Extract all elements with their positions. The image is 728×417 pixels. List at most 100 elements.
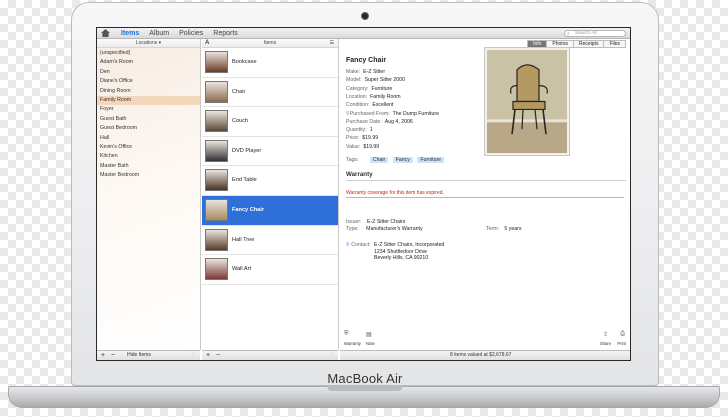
field-value: Furniture xyxy=(371,85,393,92)
item-row[interactable]: End Table xyxy=(202,166,338,196)
detail-pane: Info Photos Receipts Files Fancy Chair M… xyxy=(340,39,630,360)
remove-icon[interactable]: − xyxy=(111,351,115,360)
items-footer: + − ⋮ xyxy=(202,350,338,360)
item-name: Wall Art xyxy=(232,266,252,273)
detail-field: Make: E-Z Sitter xyxy=(346,69,385,75)
tab-policies[interactable]: Policies xyxy=(174,30,208,37)
tab-items[interactable]: Items xyxy=(116,30,144,37)
print-button[interactable]: Print xyxy=(617,341,626,346)
camera xyxy=(361,12,369,20)
add-icon[interactable]: + xyxy=(206,351,210,360)
type-value: Manufacturer's Warranty xyxy=(366,226,423,232)
item-row[interactable]: Wall Art xyxy=(202,255,338,285)
search-input[interactable]: ⌕ Search All xyxy=(564,30,626,37)
items-column: A Items ☰ Bookcase Chair Couch DVD Player En… xyxy=(202,39,339,360)
field-label: Price: xyxy=(346,135,360,142)
tags-row: Tags: Chair Fancy Furniture xyxy=(346,157,447,163)
field-value: $19.99 xyxy=(362,135,379,142)
item-row[interactable]: DVD Player xyxy=(202,137,338,167)
item-photo[interactable] xyxy=(484,47,570,156)
item-row[interactable]: Chair xyxy=(202,78,338,108)
location-item[interactable]: Den xyxy=(97,68,200,77)
chevron-down-icon: ▾ xyxy=(158,40,162,46)
location-item[interactable]: Dining Room xyxy=(97,87,200,96)
item-row-selected[interactable]: Fancy Chair xyxy=(202,195,338,226)
hide-items-button[interactable]: Hide Items xyxy=(127,351,151,360)
summary-text: 8 items valued at $2,678.67 xyxy=(450,352,512,358)
item-thumbnail xyxy=(205,258,228,281)
field-value: The Dump Furniture xyxy=(392,110,440,117)
term-value: 5 years xyxy=(504,226,522,232)
location-item[interactable]: Guest Bath xyxy=(97,115,200,124)
tag-chip[interactable]: Chair xyxy=(369,157,389,163)
warranty-type-row: Type: Manufacturer's Warranty xyxy=(346,226,423,232)
field-label: Condition: xyxy=(346,102,370,109)
field-value: Super Sitter 2000 xyxy=(364,77,405,84)
warranty-term-row: Term: 5 years xyxy=(486,226,521,232)
laptop-brand: MacBook Air xyxy=(327,371,403,386)
tab-album[interactable]: Album xyxy=(144,30,174,37)
item-name: Chair xyxy=(232,88,246,95)
locations-column: Locations ▾ (unspecified) Adam's Room De… xyxy=(97,39,201,360)
field-label: Purchased From: xyxy=(349,110,390,117)
items-list: Bookcase Chair Couch DVD Player End Table Fan… xyxy=(202,48,338,285)
location-item-selected[interactable]: Family Room xyxy=(97,95,200,106)
base-notch xyxy=(327,386,403,391)
share-icon[interactable]: ⇪ xyxy=(603,331,608,338)
detail-field: Purchase Date: Aug 4, 2006 xyxy=(346,119,413,125)
warranty-shield-icon[interactable]: ⛨ xyxy=(344,331,349,338)
location-item[interactable]: Master Bedroom xyxy=(97,171,200,180)
location-item[interactable]: Kitchen xyxy=(97,152,200,161)
detail-field: Model: Super Sitter 2000 xyxy=(346,77,405,83)
detail-footer: 8 items valued at $2,678.67 xyxy=(340,350,630,360)
locations-footer: + − Hide Items ⋮ xyxy=(97,350,200,360)
items-header: A Items ☰ xyxy=(202,39,338,48)
field-label: Quantity: xyxy=(346,127,367,134)
type-label: Type: xyxy=(346,226,359,232)
warranty-contact-row: ⚲ Contact: xyxy=(346,242,371,248)
location-item[interactable]: Master Bath xyxy=(97,162,200,171)
item-name: End Table xyxy=(232,177,257,184)
contact-label: Contact: xyxy=(351,242,371,248)
tab-reports[interactable]: Reports xyxy=(208,30,243,37)
field-value: E-Z Sitter xyxy=(363,69,386,75)
item-row[interactable]: Couch xyxy=(202,107,338,137)
tag-chip[interactable]: Furniture xyxy=(417,157,445,163)
location-item[interactable]: Guest Bedroom xyxy=(97,124,200,133)
field-label: Location: xyxy=(346,93,368,100)
detail-field: Location: Family Room xyxy=(346,94,401,100)
contact-line: 1234 Shuttledoor Drive xyxy=(374,248,428,255)
tab-files[interactable]: Files xyxy=(603,40,626,48)
location-item[interactable]: Adam's Room xyxy=(97,58,200,67)
home-icon[interactable] xyxy=(101,29,110,37)
add-icon[interactable]: + xyxy=(101,351,105,360)
location-item[interactable]: Foyer xyxy=(97,105,200,114)
location-item[interactable]: Diane's Office xyxy=(97,77,200,86)
locations-header[interactable]: Locations ▾ xyxy=(97,39,200,48)
location-item[interactable]: (unspecified) xyxy=(97,49,200,58)
field-label: Purchase Date: xyxy=(346,118,382,125)
remove-icon[interactable]: − xyxy=(216,351,220,360)
item-row[interactable]: Bookcase xyxy=(202,48,338,78)
location-item[interactable]: Kevin's Office xyxy=(97,143,200,152)
sort-alpha-button[interactable]: A xyxy=(205,39,209,47)
share-button[interactable]: Share xyxy=(600,341,611,346)
tab-receipts[interactable]: Receipts xyxy=(572,40,605,48)
field-label: Value: xyxy=(346,143,361,150)
warranty-button[interactable]: Warranty xyxy=(344,341,361,346)
list-view-icon[interactable]: ☰ xyxy=(330,39,334,47)
field-label: Model: xyxy=(346,77,362,84)
tag-chip[interactable]: Fancy xyxy=(392,157,413,163)
location-item[interactable]: Hall xyxy=(97,134,200,143)
item-row[interactable]: Hall Tree xyxy=(202,226,338,256)
item-name: Couch xyxy=(232,118,249,125)
resize-handle-icon[interactable]: ⋮ xyxy=(191,351,196,360)
note-button[interactable]: Note xyxy=(366,341,375,346)
note-icon[interactable]: ▤ xyxy=(366,331,372,338)
resize-handle-icon[interactable]: ⋮ xyxy=(329,351,334,360)
print-icon[interactable]: ⎙ xyxy=(620,331,625,338)
laptop-base xyxy=(8,386,720,408)
item-thumbnail xyxy=(205,139,228,162)
field-value: Family Room xyxy=(370,93,401,100)
item-name: Hall Tree xyxy=(232,236,255,243)
